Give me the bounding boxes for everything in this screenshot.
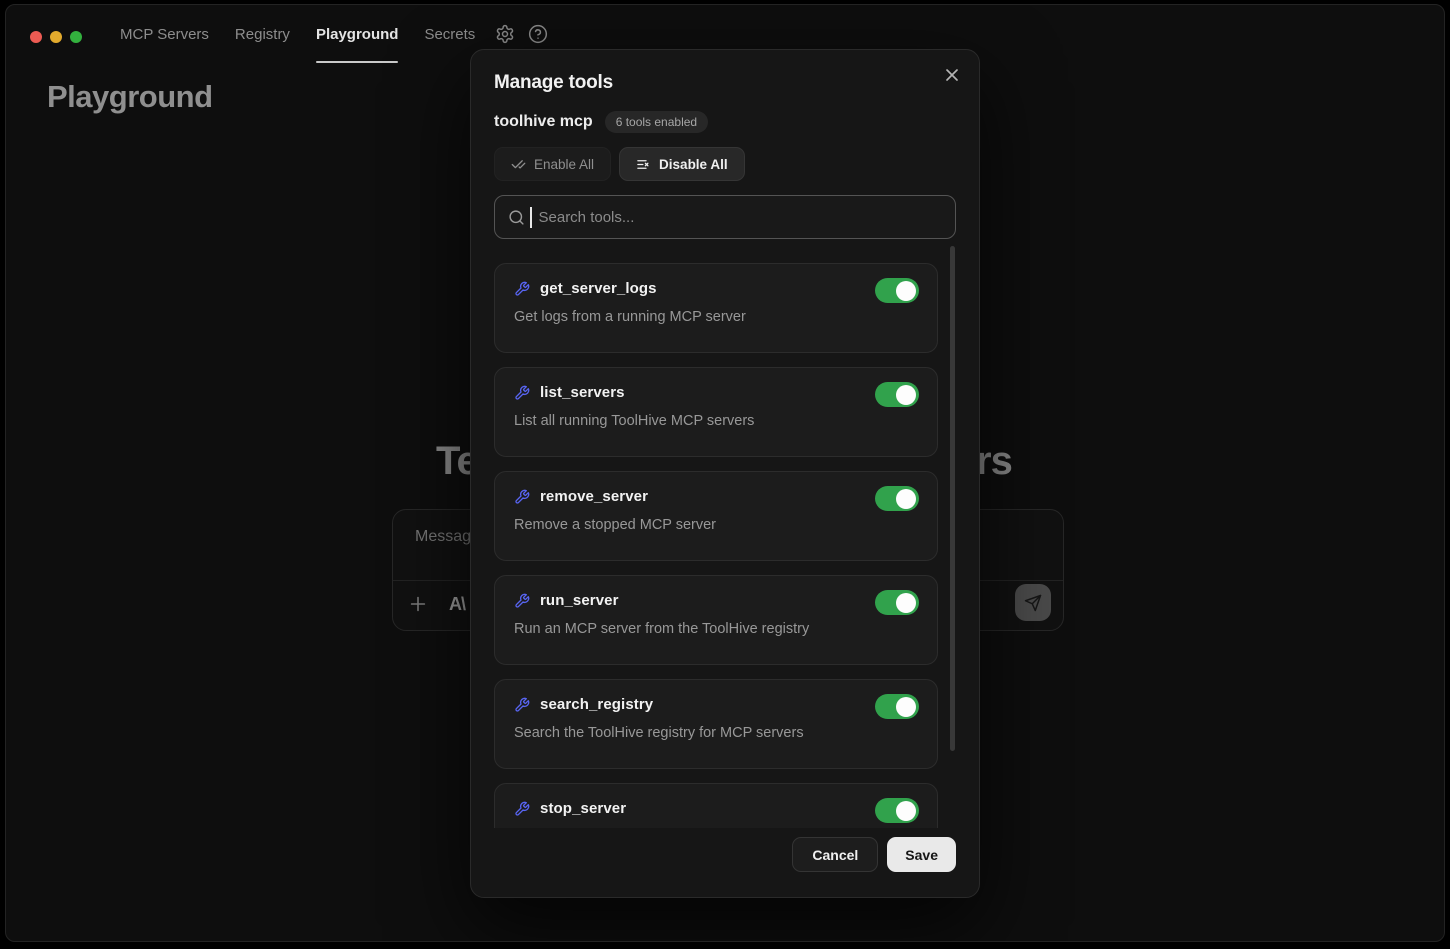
toggle-knob [896,593,916,613]
wrench-icon [514,385,530,401]
tool-card-run-server: run_server Run an MCP server from the To… [494,575,938,665]
wrench-icon [514,801,530,817]
tool-card-list-servers: list_servers List all running ToolHive M… [494,367,938,457]
tool-name: run_server [540,592,619,609]
toggle-knob [896,489,916,509]
dialog-footer: Cancel Save [792,837,956,872]
tool-description: Search the ToolHive registry for MCP ser… [514,725,918,741]
tool-description: Run an MCP server from the ToolHive regi… [514,621,918,637]
toggle-knob [896,801,916,821]
zoom-window-button[interactable] [70,31,82,43]
nav-item-registry[interactable]: Registry [235,5,290,63]
wrench-icon [514,593,530,609]
disable-all-label: Disable All [659,157,728,172]
bulk-actions: Enable All Disable All [494,147,956,181]
tool-toggle[interactable] [875,798,919,823]
enable-all-button[interactable]: Enable All [494,147,611,181]
tools-enabled-badge: 6 tools enabled [605,111,708,133]
tool-name: stop_server [540,800,626,817]
search-placeholder: Search tools... [539,209,635,226]
tool-description: Remove a stopped MCP server [514,517,918,533]
help-icon[interactable] [528,24,548,44]
tool-description: List all running ToolHive MCP servers [514,413,918,429]
save-button[interactable]: Save [887,837,956,872]
nav-item-playground[interactable]: Playground [316,5,399,63]
tool-name: get_server_logs [540,280,657,297]
nav-label: MCP Servers [120,26,209,43]
minimize-window-button[interactable] [50,31,62,43]
settings-gear-icon[interactable] [495,24,515,44]
cancel-button[interactable]: Cancel [792,837,878,872]
nav-label: Secrets [424,26,475,43]
wrench-icon [514,489,530,505]
tool-name: search_registry [540,696,653,713]
wrench-icon [514,281,530,297]
tool-name: list_servers [540,384,625,401]
tool-toggle[interactable] [875,590,919,615]
tool-name: remove_server [540,488,648,505]
server-name: toolhive mcp [494,113,593,131]
nav-label: Registry [235,26,290,43]
hero-text-right-fragment: rs [976,439,1012,484]
check-check-icon [511,157,526,172]
toggle-knob [896,697,916,717]
list-x-icon [636,157,651,172]
anthropic-model-icon[interactable]: A\ [449,594,465,615]
send-message-button[interactable] [1015,584,1051,621]
manage-tools-dialog: Manage tools toolhive mcp 6 tools enable… [470,49,980,898]
search-icon [508,209,525,226]
tool-description: Get logs from a running MCP server [514,309,918,325]
tool-toggle[interactable] [875,486,919,511]
nav-item-secrets[interactable]: Secrets [424,5,475,63]
tool-toggle[interactable] [875,278,919,303]
disable-all-button[interactable]: Disable All [619,147,745,181]
tool-card-get-server-logs: get_server_logs Get logs from a running … [494,263,938,353]
dialog-title: Manage tools [494,72,956,94]
tool-card-search-registry: search_registry Search the ToolHive regi… [494,679,938,769]
wrench-icon [514,697,530,713]
enable-all-label: Enable All [534,157,594,172]
tool-toggle[interactable] [875,382,919,407]
active-tab-underline [316,61,399,63]
tool-toggle[interactable] [875,694,919,719]
tool-list[interactable]: get_server_logs Get logs from a running … [494,251,956,828]
app-window: MCP Servers Registry Playground Secrets … [5,4,1445,942]
close-window-button[interactable] [30,31,42,43]
text-caret [530,207,532,228]
attach-plus-icon[interactable] [407,593,429,615]
server-header: toolhive mcp 6 tools enabled [494,111,956,133]
tool-card-stop-server: stop_server [494,783,938,828]
page-title: Playground [47,79,213,115]
tool-card-remove-server: remove_server Remove a stopped MCP serve… [494,471,938,561]
close-icon[interactable] [942,65,962,85]
nav-item-mcp-servers[interactable]: MCP Servers [120,5,209,63]
toggle-knob [896,281,916,301]
search-tools-input[interactable]: Search tools... [494,195,956,239]
scrollbar-thumb[interactable] [950,246,955,751]
main-nav: MCP Servers Registry Playground Secrets [120,5,475,63]
nav-label: Playground [316,26,399,43]
toggle-knob [896,385,916,405]
send-icon [1024,594,1042,612]
